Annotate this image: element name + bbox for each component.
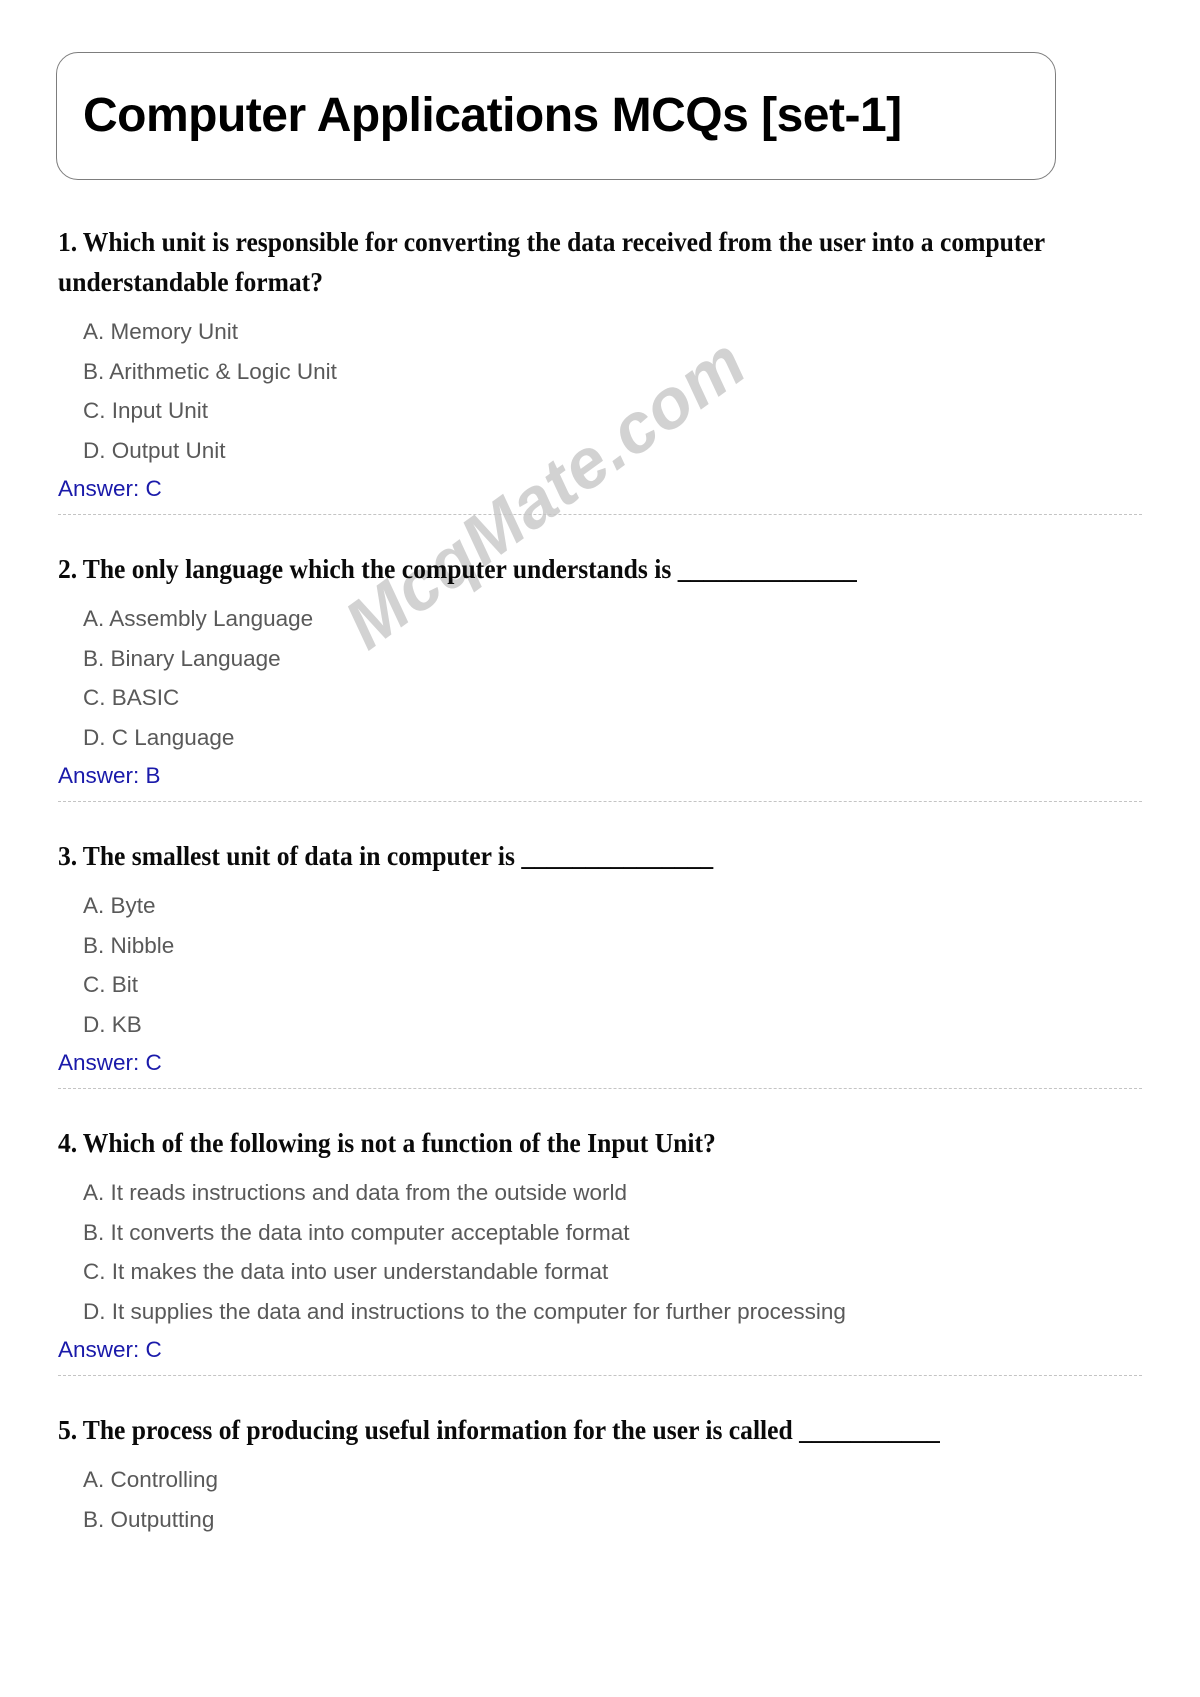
title-box: Computer Applications MCQs [set-1] — [56, 52, 1056, 180]
option-item[interactable]: C. BASIC — [58, 678, 1142, 718]
question-number: 4. — [58, 1127, 78, 1158]
question-body: Which of the following is not a function… — [82, 1127, 716, 1158]
question-number: 2. — [58, 553, 78, 584]
option-item[interactable]: C. Input Unit — [58, 391, 1142, 431]
question-gap — [58, 1376, 1142, 1410]
option-list: A. Byte B. Nibble C. Bit D. KB — [58, 886, 1142, 1044]
option-item[interactable]: C. It makes the data into user understan… — [58, 1252, 1142, 1292]
option-item[interactable]: D. KB — [58, 1005, 1142, 1045]
question-number: 3. — [58, 840, 78, 871]
question-block: 3. The smallest unit of data in computer … — [0, 836, 1200, 1123]
option-list: A. It reads instructions and data from t… — [58, 1173, 1142, 1331]
question-block: 5. The process of producing useful inform… — [0, 1410, 1200, 1539]
answer-line: Answer: C — [58, 1050, 162, 1075]
option-list: A. Assembly Language B. Binary Language C.… — [58, 599, 1142, 757]
option-item[interactable]: C. Bit — [58, 965, 1142, 1005]
question-gap — [58, 515, 1142, 549]
option-item[interactable]: B. Outputting — [58, 1500, 1142, 1540]
question-text: 4. Which of the following is not a functi… — [58, 1123, 1142, 1163]
question-block: 2. The only language which the computer u… — [0, 549, 1200, 836]
page-title: Computer Applications MCQs [set-1] — [83, 88, 902, 142]
question-number: 5. — [58, 1414, 78, 1445]
option-list: A. Memory Unit B. Arithmetic & Logic Unit… — [58, 312, 1142, 470]
question-text: 5. The process of producing useful inform… — [58, 1410, 1142, 1450]
option-item[interactable]: A. Byte — [58, 886, 1142, 926]
question-gap — [58, 1089, 1142, 1123]
answer-line: Answer: C — [58, 1337, 162, 1362]
question-body: The smallest unit of data in computer is… — [82, 840, 714, 871]
option-list: A. Controlling B. Outputting — [58, 1460, 1142, 1539]
question-number: 1. — [58, 226, 78, 257]
option-item[interactable]: A. Controlling — [58, 1460, 1142, 1500]
mcq-document-page: McqMate.com Computer Applications MCQs [… — [0, 0, 1200, 1697]
question-gap — [58, 802, 1142, 836]
option-item[interactable]: A. It reads instructions and data from t… — [58, 1173, 1142, 1213]
option-item[interactable]: D. Output Unit — [58, 431, 1142, 471]
answer-line: Answer: C — [58, 476, 162, 501]
question-text: 3. The smallest unit of data in computer … — [58, 836, 1142, 876]
answer-line: Answer: B — [58, 763, 161, 788]
option-item[interactable]: D. It supplies the data and instructions… — [58, 1292, 1142, 1332]
questions-container: 1. Which unit is responsible for converti… — [0, 222, 1200, 1539]
option-item[interactable]: A. Assembly Language — [58, 599, 1142, 639]
question-text: 2. The only language which the computer u… — [58, 549, 1142, 589]
question-text: 1. Which unit is responsible for converti… — [58, 222, 1142, 302]
question-body: The process of producing useful informat… — [82, 1414, 940, 1445]
question-body: The only language which the computer und… — [82, 553, 857, 584]
question-block: 4. Which of the following is not a functi… — [0, 1123, 1200, 1410]
question-body: Which unit is responsible for converting… — [58, 226, 1045, 297]
option-item[interactable]: B. Binary Language — [58, 639, 1142, 679]
question-block: 1. Which unit is responsible for converti… — [0, 222, 1200, 549]
option-item[interactable]: A. Memory Unit — [58, 312, 1142, 352]
option-item[interactable]: B. Nibble — [58, 926, 1142, 966]
option-item[interactable]: B. Arithmetic & Logic Unit — [58, 352, 1142, 392]
option-item[interactable]: B. It converts the data into computer ac… — [58, 1213, 1142, 1253]
option-item[interactable]: D. C Language — [58, 718, 1142, 758]
